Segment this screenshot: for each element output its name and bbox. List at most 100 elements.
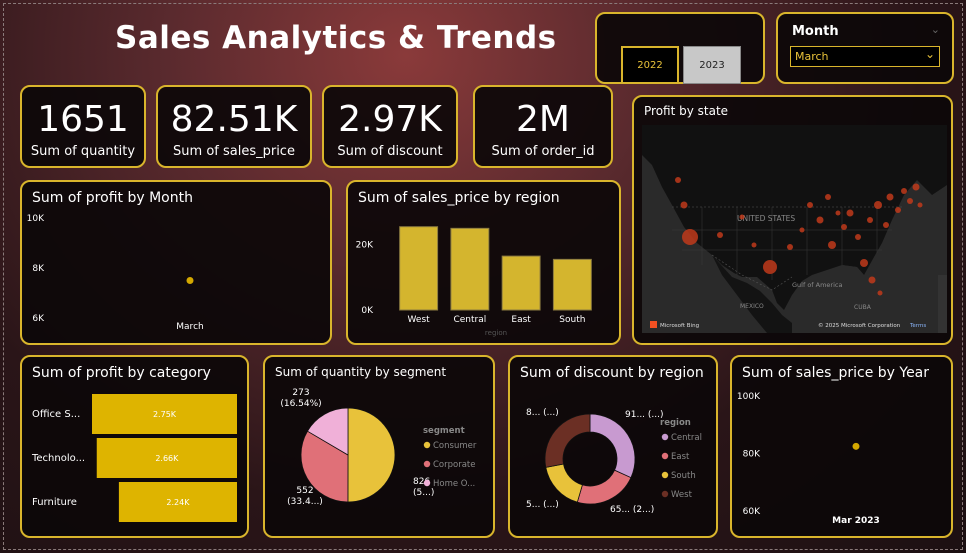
map-point[interactable] bbox=[855, 234, 861, 240]
mexico-label: MEXICO bbox=[740, 303, 764, 310]
map-point[interactable] bbox=[675, 177, 681, 183]
map-point[interactable] bbox=[787, 244, 793, 250]
year-option-2022[interactable]: 2022 bbox=[621, 46, 679, 84]
discount-by-region-card: Sum of discount by region 91... (...) 65.… bbox=[508, 355, 718, 538]
map-point[interactable] bbox=[860, 259, 868, 267]
year-slicer: 2022 2023 bbox=[595, 12, 765, 84]
month-slicer-label: Month bbox=[792, 24, 839, 39]
x-axis-title: region bbox=[485, 329, 507, 337]
map-point[interactable] bbox=[895, 207, 901, 213]
map-point[interactable] bbox=[763, 260, 777, 274]
y-tick-label: 20K bbox=[356, 241, 374, 251]
map-point[interactable] bbox=[751, 242, 757, 248]
data-point bbox=[186, 277, 194, 284]
sales-by-region-card: Sum of sales_price by region 0K 20K West Ce… bbox=[346, 180, 621, 345]
x-tick-label: South bbox=[559, 315, 585, 325]
map-point[interactable] bbox=[907, 198, 913, 204]
data-label: 2.66K bbox=[155, 454, 179, 463]
map-zoom-strip[interactable] bbox=[938, 275, 947, 333]
map-point[interactable] bbox=[717, 232, 723, 238]
map-point[interactable] bbox=[841, 224, 847, 230]
profit-by-state-map[interactable]: UNITED STATES MEXICO Gulf of America CUB… bbox=[642, 125, 947, 333]
kpi-label: Sum of sales_price bbox=[173, 144, 295, 159]
data-label: 2.24K bbox=[166, 498, 190, 507]
map-point[interactable] bbox=[825, 194, 831, 200]
kpi-card-quantity: 1651 Sum of quantity bbox=[20, 85, 146, 168]
month-slicer: Month ⌄ March ⌄ bbox=[776, 12, 954, 84]
kpi-value: 82.51K bbox=[170, 99, 298, 140]
profit-by-state-map-card: Profit by state UNITED STATES MEXICO Gul… bbox=[632, 95, 953, 345]
kpi-label: Sum of quantity bbox=[30, 144, 136, 159]
legend-swatch bbox=[423, 479, 431, 487]
map-point[interactable] bbox=[807, 202, 813, 208]
map-point[interactable] bbox=[835, 210, 841, 216]
legend-swatch bbox=[661, 490, 669, 498]
x-tick-label: Mar 2023 bbox=[832, 516, 880, 526]
map-point[interactable] bbox=[680, 201, 688, 209]
map-point[interactable] bbox=[883, 222, 889, 228]
map-point[interactable] bbox=[739, 214, 745, 220]
map-canvas: UNITED STATES MEXICO Gulf of America CUB… bbox=[642, 125, 947, 333]
legend-label: South bbox=[671, 471, 696, 481]
map-copyright: © 2025 Microsoft Corporation bbox=[818, 322, 901, 329]
map-point[interactable] bbox=[816, 216, 824, 224]
chart-title: Profit by state bbox=[644, 104, 729, 118]
map-point[interactable] bbox=[846, 209, 854, 217]
map-point[interactable] bbox=[828, 241, 836, 249]
y-tick-label: 8K bbox=[32, 264, 45, 274]
pie-slice bbox=[347, 407, 396, 503]
donut-slice bbox=[545, 463, 583, 503]
year-option-2023[interactable]: 2023 bbox=[683, 46, 741, 84]
kpi-label: Sum of order_id bbox=[491, 144, 595, 159]
quantity-by-segment-chart: 826(5...)552(33.4...)273(16.54%)segmentC… bbox=[280, 388, 477, 507]
map-point[interactable] bbox=[874, 201, 882, 209]
bar bbox=[399, 226, 439, 311]
y-tick-label: Office S... bbox=[32, 409, 80, 420]
page-title: Sales Analytics & Trends bbox=[115, 20, 557, 56]
data-label: 5... (...) bbox=[526, 500, 559, 510]
donut-slice bbox=[589, 413, 636, 479]
discount-by-region-chart: 91... (...) 65... (2...) 5... (...) 8... (.… bbox=[526, 408, 702, 515]
legend-title: segment bbox=[423, 426, 465, 436]
legend-label: East bbox=[671, 452, 690, 462]
profit-by-month-chart: 6K 8K 10K March bbox=[27, 214, 204, 332]
data-label: 91... (...) bbox=[625, 410, 664, 420]
month-dropdown-value: March bbox=[795, 50, 829, 63]
map-point[interactable] bbox=[799, 227, 805, 233]
profit-by-month-card: Sum of profit by Month 6K 8K 10K March bbox=[20, 180, 332, 345]
data-label: (5...) bbox=[413, 488, 434, 498]
kpi-label: Sum of discount bbox=[337, 144, 443, 159]
month-dropdown[interactable]: March ⌄ bbox=[790, 46, 940, 67]
bar bbox=[501, 255, 541, 311]
bing-logo-icon bbox=[650, 321, 657, 328]
y-tick-label: 100K bbox=[737, 392, 761, 402]
map-terms-link[interactable]: Terms bbox=[909, 323, 926, 329]
data-label: 552 bbox=[296, 486, 313, 496]
map-point[interactable] bbox=[912, 183, 920, 191]
kpi-value: 1651 bbox=[37, 99, 129, 140]
cuba-label: CUBA bbox=[854, 304, 872, 311]
map-point[interactable] bbox=[877, 290, 883, 296]
legend-swatch bbox=[661, 433, 669, 441]
month-slicer-clear-icon[interactable]: ⌄ bbox=[931, 23, 940, 36]
map-point[interactable] bbox=[867, 217, 873, 223]
x-tick-label: March bbox=[176, 322, 203, 332]
map-point[interactable] bbox=[886, 193, 894, 201]
x-tick-label: East bbox=[511, 315, 531, 325]
map-point[interactable] bbox=[917, 202, 923, 208]
kpi-card-sales-price: 82.51K Sum of sales_price bbox=[156, 85, 312, 168]
chevron-down-icon: ⌄ bbox=[924, 47, 935, 61]
y-tick-label: 60K bbox=[743, 507, 761, 517]
map-point[interactable] bbox=[868, 276, 876, 284]
y-tick-label: Technolo... bbox=[31, 453, 85, 464]
kpi-card-discount: 2.97K Sum of discount bbox=[322, 85, 458, 168]
kpi-value: 2M bbox=[516, 99, 570, 140]
profit-by-category-card: Sum of profit by category Office S... 2.7… bbox=[20, 355, 249, 538]
legend-swatch bbox=[423, 441, 431, 449]
gulf-label: Gulf of America bbox=[792, 281, 842, 289]
map-point[interactable] bbox=[682, 229, 698, 245]
legend-label: Corporate bbox=[433, 460, 476, 470]
map-point[interactable] bbox=[901, 188, 907, 194]
data-label: 8... (...) bbox=[526, 408, 559, 418]
bar bbox=[552, 258, 592, 311]
